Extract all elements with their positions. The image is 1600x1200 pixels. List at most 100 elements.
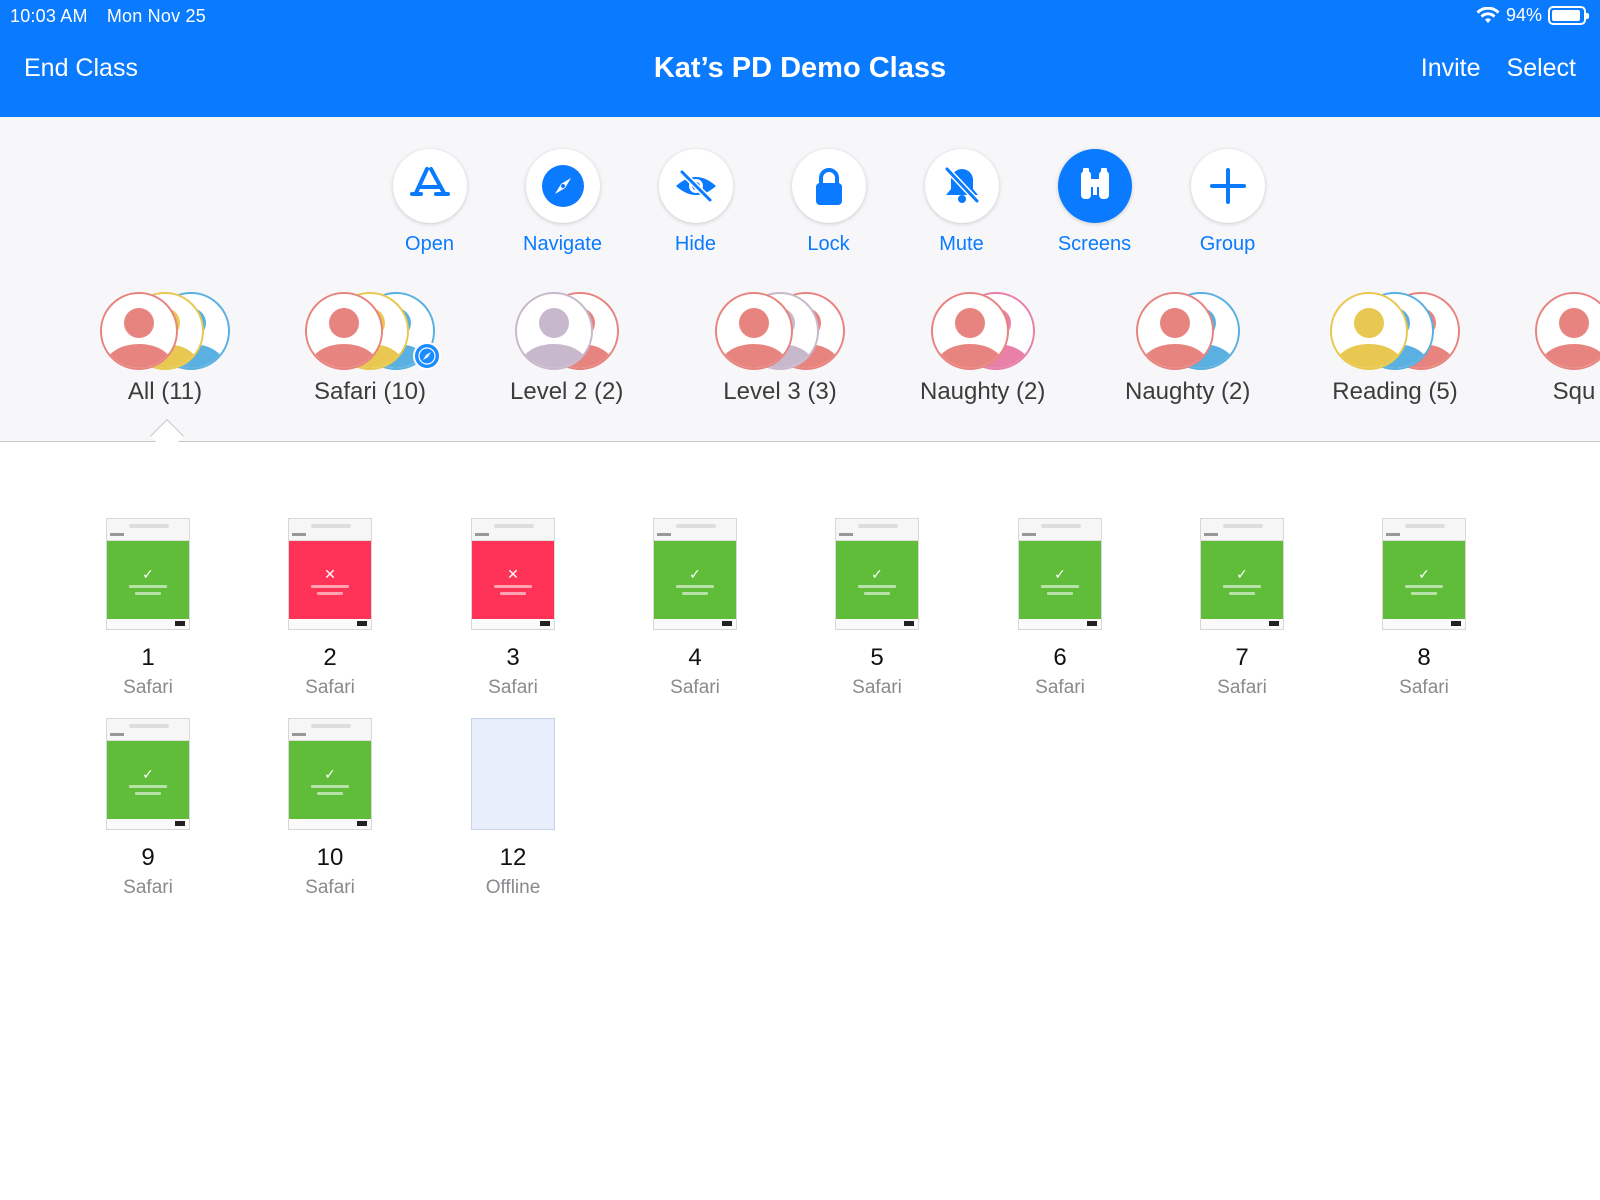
wifi-icon bbox=[1476, 6, 1500, 23]
action-group-button[interactable]: Group bbox=[1161, 149, 1294, 256]
device-number: 10 bbox=[316, 844, 344, 871]
device-app-status: Safari bbox=[1399, 677, 1449, 698]
avatar-stack bbox=[1535, 292, 1600, 372]
device-number: 9 bbox=[141, 844, 155, 871]
student-device-tile[interactable]: ✓ 10 Safari bbox=[250, 718, 410, 899]
group-safari-10[interactable]: Safari (10) bbox=[305, 292, 441, 406]
student-device-tile[interactable]: ✓ 8 Safari bbox=[1344, 518, 1504, 699]
action-screens-button[interactable]: Screens bbox=[1028, 149, 1161, 256]
avatar-stack bbox=[1135, 292, 1240, 372]
compass-icon bbox=[525, 149, 600, 223]
student-device-tile[interactable]: ✕ 3 Safari bbox=[433, 518, 593, 699]
screen-thumbnail: ✕ bbox=[288, 518, 372, 630]
device-number: 12 bbox=[499, 844, 527, 871]
student-device-tile[interactable]: ✓ 7 Safari bbox=[1162, 518, 1322, 699]
device-number: 5 bbox=[870, 644, 884, 671]
group-label: Squ bbox=[1552, 378, 1596, 405]
avatar bbox=[514, 292, 593, 370]
avatar bbox=[1330, 292, 1408, 370]
action-mute-button[interactable]: Mute bbox=[895, 149, 1028, 256]
group-level-3-3[interactable]: Level 3 (3) bbox=[715, 292, 845, 406]
student-device-tile[interactable]: ✕ 2 Safari bbox=[250, 518, 410, 699]
action-hide-button[interactable]: Hide bbox=[629, 149, 762, 256]
screen-thumbnail: ✓ bbox=[1382, 518, 1466, 630]
action-open-button[interactable]: Open bbox=[363, 149, 496, 256]
group-label: Reading (5) bbox=[1332, 378, 1458, 405]
group-label: All (11) bbox=[127, 378, 203, 405]
battery-icon bbox=[1548, 6, 1589, 25]
action-label: Open bbox=[405, 233, 454, 255]
screen-thumbnail: ✓ bbox=[653, 518, 737, 630]
screen-thumbnail: ✓ bbox=[288, 718, 372, 830]
invite-button[interactable]: Invite bbox=[1421, 54, 1481, 83]
group-label: Safari (10) bbox=[313, 378, 427, 405]
action-label: Screens bbox=[1057, 233, 1132, 255]
device-app-status: Safari bbox=[670, 677, 720, 698]
student-device-tile[interactable]: ✓ 6 Safari bbox=[980, 518, 1140, 699]
avatar bbox=[930, 292, 1009, 370]
group-naughty-2[interactable]: Naughty (2) bbox=[920, 292, 1045, 406]
action-lock-button[interactable]: Lock bbox=[762, 149, 895, 256]
device-app-status: Safari bbox=[123, 677, 173, 698]
group-reading-5[interactable]: Reading (5) bbox=[1330, 292, 1460, 406]
device-number: 1 bbox=[141, 644, 155, 671]
avatar bbox=[1135, 292, 1214, 370]
avatar bbox=[305, 292, 383, 370]
app-store-icon bbox=[392, 149, 467, 223]
eye-slash-icon bbox=[658, 149, 733, 223]
status-time: 10:03 AM bbox=[10, 6, 88, 26]
screen-thumbnail: ✓ bbox=[1200, 518, 1284, 630]
battery-percent: 94% bbox=[1505, 5, 1542, 25]
device-app-status: Safari bbox=[305, 877, 355, 898]
avatar bbox=[715, 292, 793, 370]
student-device-tile[interactable]: 12 Offline bbox=[433, 718, 593, 899]
binoculars-icon bbox=[1057, 149, 1132, 223]
screen-thumbnail: ✓ bbox=[1018, 518, 1102, 630]
student-device-tile[interactable]: ✓ 4 Safari bbox=[615, 518, 775, 699]
bell-slash-icon bbox=[924, 149, 999, 223]
group-label: Level 3 (3) bbox=[723, 378, 837, 405]
status-date: Mon Nov 25 bbox=[106, 6, 206, 26]
screen-thumbnail bbox=[471, 718, 555, 830]
action-label: Navigate bbox=[523, 233, 602, 255]
action-label: Mute bbox=[939, 233, 984, 255]
group-selector: All (11) Safari (10) Level 2 (2) Level 3 (3… bbox=[100, 292, 1600, 437]
action-navigate-button[interactable]: Navigate bbox=[496, 149, 629, 256]
device-app-status: Safari bbox=[123, 877, 173, 898]
device-number: 2 bbox=[323, 644, 337, 671]
group-naughty-2[interactable]: Naughty (2) bbox=[1125, 292, 1250, 406]
group-squ[interactable]: Squ bbox=[1535, 292, 1600, 406]
safari-icon bbox=[413, 342, 441, 370]
device-app-status: Safari bbox=[305, 677, 355, 698]
student-device-tile[interactable]: ✓ 1 Safari bbox=[68, 518, 228, 699]
group-label: Naughty (2) bbox=[1125, 378, 1251, 405]
device-number: 4 bbox=[688, 644, 702, 671]
avatar bbox=[1535, 292, 1600, 370]
student-device-tile[interactable]: ✓ 5 Safari bbox=[797, 518, 957, 699]
nav-right-buttons: Invite Select bbox=[1421, 54, 1576, 83]
avatar-stack bbox=[100, 292, 230, 372]
device-number: 3 bbox=[506, 644, 520, 671]
student-device-tile[interactable]: ✓ 9 Safari bbox=[68, 718, 228, 899]
group-all-11[interactable]: All (11) bbox=[100, 292, 230, 406]
device-number: 8 bbox=[1417, 644, 1431, 671]
avatar bbox=[100, 292, 178, 370]
group-label: Level 2 (2) bbox=[510, 378, 624, 405]
screen-thumbnail: ✕ bbox=[471, 518, 555, 630]
avatar-stack bbox=[930, 292, 1035, 372]
avatar-stack bbox=[715, 292, 845, 372]
action-label: Lock bbox=[807, 233, 850, 255]
page-title: Kat’s PD Demo Class bbox=[653, 52, 947, 84]
top-bar: 10:03 AM Mon Nov 25 94% End Class Kat’s … bbox=[0, 0, 1600, 117]
status-right: 94% bbox=[1476, 5, 1589, 26]
device-number: 7 bbox=[1235, 644, 1249, 671]
group-label: Naughty (2) bbox=[920, 378, 1046, 405]
device-app-status: Safari bbox=[488, 677, 538, 698]
select-button[interactable]: Select bbox=[1507, 54, 1576, 83]
device-app-status: Safari bbox=[1217, 677, 1267, 698]
group-level-2-2[interactable]: Level 2 (2) bbox=[510, 292, 623, 406]
screen-thumbnail: ✓ bbox=[106, 518, 190, 630]
avatar-stack bbox=[305, 292, 441, 372]
device-number: 6 bbox=[1053, 644, 1067, 671]
action-label: Group bbox=[1199, 233, 1256, 255]
